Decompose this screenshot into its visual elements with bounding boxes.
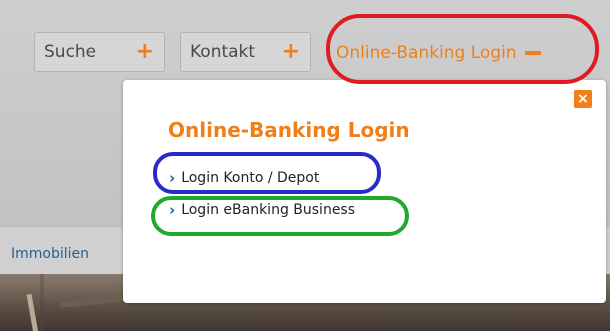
tab-contact-label: Kontakt xyxy=(190,42,256,62)
link-label: Login eBanking Business xyxy=(181,202,356,218)
chevron-right-icon: › xyxy=(169,169,176,187)
photo-detail xyxy=(26,293,39,331)
tab-login-label: Online-Banking Login xyxy=(336,43,517,63)
login-konto-depot-link[interactable]: › Login Konto / Depot xyxy=(169,169,319,187)
minus-icon xyxy=(524,51,541,55)
login-popup xyxy=(123,80,606,303)
plus-icon: + xyxy=(135,39,154,64)
nav-item-immobilien[interactable]: Immobilien xyxy=(11,246,89,262)
popup-title: Online-Banking Login xyxy=(168,118,410,142)
login-ebanking-business-link[interactable]: › Login eBanking Business xyxy=(169,201,355,219)
link-label: Login Konto / Depot xyxy=(181,170,320,186)
tab-search[interactable]: Suche + xyxy=(34,32,165,72)
tab-search-label: Suche xyxy=(44,42,97,62)
plus-icon: + xyxy=(281,39,300,64)
close-icon[interactable]: × xyxy=(574,90,592,108)
chevron-right-icon: › xyxy=(169,201,176,219)
tab-online-banking-login[interactable]: Online-Banking Login xyxy=(336,36,541,70)
tab-contact[interactable]: Kontakt + xyxy=(180,32,311,72)
